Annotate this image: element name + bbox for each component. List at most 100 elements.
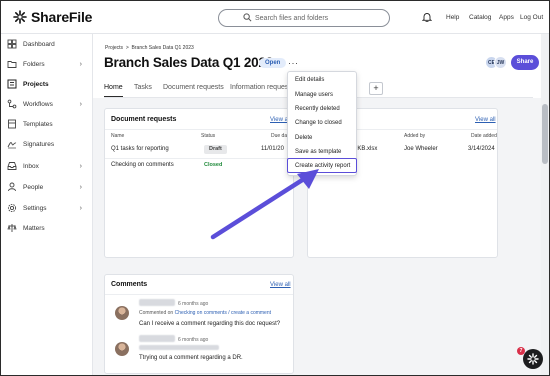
sidebar: Dashboard Folders › Projects Workflows ›…: [1, 34, 93, 375]
people-icon: [8, 182, 16, 192]
menu-item-delete[interactable]: Delete: [295, 135, 312, 141]
breadcrumb-separator: >: [125, 45, 129, 51]
app-window: ShareFile Search files and folders Help …: [0, 0, 550, 376]
signature-icon: [7, 142, 17, 149]
sidebar-item-label: Inbox: [23, 162, 39, 170]
sidebar-item-label: Dashboard: [23, 40, 55, 48]
search-icon: [243, 13, 252, 22]
redacted-username: [139, 335, 175, 342]
sidebar-item-label: Folders: [23, 60, 45, 68]
comments-card: Comments View all 6 months ago Commented…: [104, 274, 294, 374]
tab-tasks[interactable]: Tasks: [134, 84, 152, 91]
sidebar-item-inbox[interactable]: Inbox ›: [1, 156, 92, 176]
sidebar-item-label: Projects: [23, 80, 49, 88]
divider: [105, 129, 293, 130]
status-badge: Draft: [204, 145, 227, 154]
folder-icon: [7, 61, 17, 68]
catalog-link[interactable]: Catalog: [469, 14, 491, 21]
sidebar-item-settings[interactable]: Settings ›: [1, 198, 92, 218]
sharefile-logo[interactable]: ShareFile: [13, 9, 92, 25]
added-by: Joe Wheeler: [404, 146, 438, 152]
page-title: Branch Sales Data Q1 2023: [104, 55, 274, 70]
chevron-right-icon[interactable]: ›: [80, 61, 82, 68]
date-added: 3/14/2024: [468, 146, 495, 152]
column-header-status: Status: [201, 133, 216, 139]
menu-item-recently-deleted[interactable]: Recently deleted: [295, 106, 340, 112]
workflows-icon: [7, 99, 17, 109]
sidebar-item-dashboard[interactable]: Dashboard: [1, 34, 92, 54]
breadcrumb-current: Branch Sales Data Q1 2023: [131, 45, 194, 51]
comment-text: Can I receive a comment regarding this d…: [139, 321, 281, 327]
column-header-name: Name: [111, 133, 125, 139]
status-badge: Closed: [204, 162, 223, 168]
help-chat-button[interactable]: [523, 349, 543, 369]
divider: [105, 158, 293, 159]
avatar[interactable]: JW: [494, 56, 507, 69]
sidebar-item-label: Workflows: [23, 100, 53, 108]
chevron-right-icon[interactable]: ›: [80, 101, 82, 108]
tab-document-requests[interactable]: Document requests: [163, 84, 224, 91]
sidebar-item-templates[interactable]: Templates: [1, 114, 92, 134]
comment-context-prefix: Commented on: [139, 310, 174, 316]
sidebar-item-label: Signatures: [23, 140, 55, 148]
templates-icon: [8, 119, 16, 129]
breadcrumb-projects[interactable]: Projects: [105, 45, 123, 51]
document-requests-card: Document requests View all Name Status D…: [104, 108, 294, 258]
app-name: ShareFile: [31, 9, 93, 25]
projects-icon: [7, 79, 17, 89]
apps-link[interactable]: Apps: [499, 14, 514, 21]
add-tab-button[interactable]: +: [369, 82, 383, 95]
share-button[interactable]: Share: [511, 55, 539, 70]
sidebar-item-signatures[interactable]: Signatures: [1, 134, 92, 154]
logout-link[interactable]: Log Out: [520, 14, 543, 21]
divider: [105, 294, 293, 295]
sharefile-logo-icon: [13, 10, 27, 24]
menu-item-edit-details[interactable]: Edit details: [295, 77, 324, 83]
sidebar-item-label: Matters: [23, 224, 45, 232]
sidebar-item-label: Templates: [23, 120, 53, 128]
top-bar: ShareFile Search files and folders Help …: [1, 1, 549, 34]
more-options-button[interactable]: ···: [288, 58, 299, 68]
dashboard-icon: [7, 39, 17, 49]
comment-text: Ttrying out a comment regarding a DR.: [139, 355, 243, 361]
tab-home[interactable]: Home: [104, 84, 123, 91]
comment-context-link[interactable]: Checking on comments / create a comment: [175, 310, 271, 316]
chevron-right-icon[interactable]: ›: [80, 163, 82, 170]
scrollbar-thumb[interactable]: [542, 104, 548, 164]
inbox-icon: [7, 162, 17, 170]
request-name[interactable]: Checking on comments: [111, 162, 174, 168]
column-header-date-added: Date added: [471, 133, 497, 139]
due-date: 11/01/20: [261, 146, 284, 152]
comment-time: 6 months ago: [178, 337, 209, 343]
bell-icon[interactable]: [422, 12, 432, 22]
sidebar-item-matters[interactable]: Matters: [1, 218, 92, 238]
breadcrumb: Projects > Branch Sales Data Q1 2023: [105, 45, 194, 51]
sidebar-item-folders[interactable]: Folders ›: [1, 54, 92, 74]
search-placeholder: Search files and folders: [255, 14, 329, 22]
project-members[interactable]: CE JW: [485, 56, 507, 69]
sidebar-item-workflows[interactable]: Workflows ›: [1, 94, 92, 114]
menu-item-manage-users[interactable]: Manage users: [295, 92, 333, 98]
help-link[interactable]: Help: [446, 14, 459, 21]
view-all-link[interactable]: View all: [270, 282, 291, 288]
menu-item-save-as-template[interactable]: Save as template: [295, 149, 341, 155]
card-title: Comments: [111, 281, 148, 288]
column-header-due-date: Due dat: [271, 133, 289, 139]
sidebar-item-projects[interactable]: Projects: [1, 74, 92, 94]
card-title: Document requests: [111, 116, 177, 123]
view-all-link[interactable]: View all: [475, 117, 496, 123]
scrollbar[interactable]: [541, 34, 549, 375]
sharefile-logo-icon: [527, 353, 539, 365]
sidebar-item-people[interactable]: People ›: [1, 177, 92, 197]
menu-item-change-to-closed[interactable]: Change to closed: [295, 120, 342, 126]
search-input[interactable]: Search files and folders: [218, 9, 390, 27]
column-header-added-by: Added by: [404, 133, 426, 139]
chevron-right-icon[interactable]: ›: [80, 205, 82, 212]
notification-badge: 7: [517, 347, 525, 355]
comment-context: Commented on Checking on comments / crea…: [139, 310, 271, 316]
avatar: [115, 306, 129, 320]
avatar: [115, 342, 129, 356]
request-name[interactable]: Q1 tasks for reporting: [111, 146, 169, 152]
tab-information-requests[interactable]: Information requests: [230, 84, 294, 91]
chevron-right-icon[interactable]: ›: [80, 184, 82, 191]
